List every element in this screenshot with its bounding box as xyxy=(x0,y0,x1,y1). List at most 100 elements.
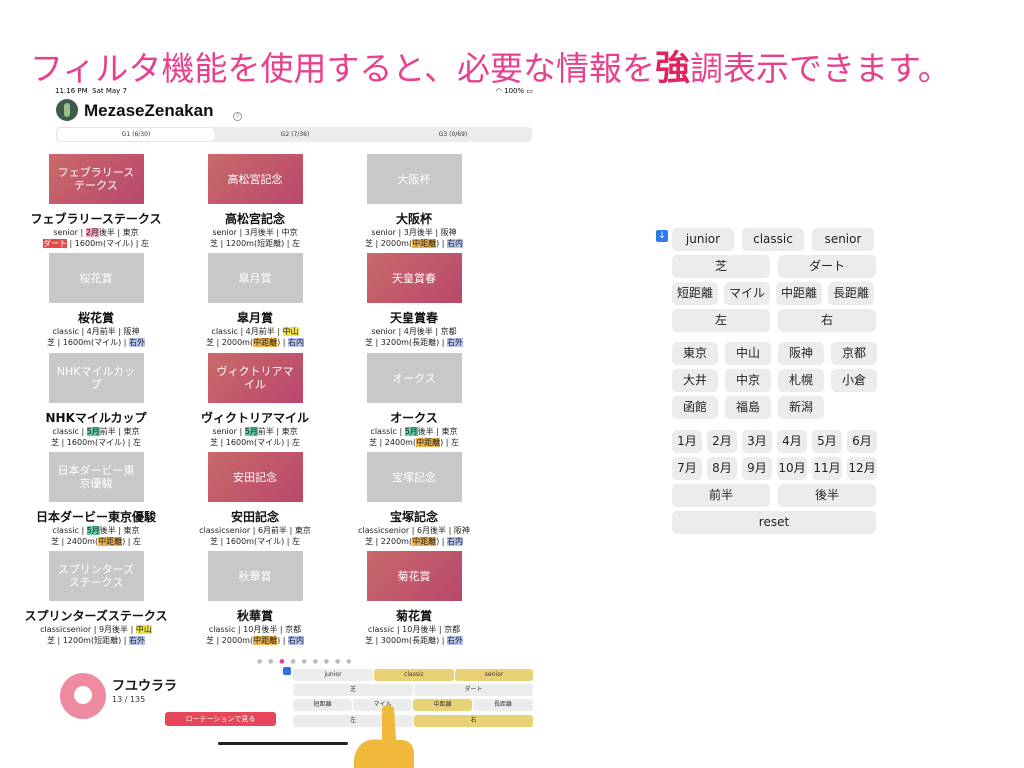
chip-half[interactable]: 前半 xyxy=(672,484,770,507)
tab-g3[interactable]: G3 (0/69) xyxy=(374,127,532,142)
highlight-tag: 中距離 xyxy=(412,239,437,248)
race-name: スプリンターズステークス xyxy=(24,609,168,623)
race-thumbnail[interactable]: 皐月賞 xyxy=(207,253,303,303)
collapse-arrow-icon[interactable] xyxy=(283,667,291,675)
highlight-tag: 中山 xyxy=(135,625,152,634)
chip-distance[interactable]: 長距離 xyxy=(828,282,874,305)
chip-track[interactable]: 京都 xyxy=(831,342,877,365)
race-name: 大阪杯 xyxy=(395,212,432,226)
chip-month[interactable]: 1月 xyxy=(672,430,702,453)
collapse-arrow-icon-large[interactable]: ↓ xyxy=(656,230,668,242)
race-card[interactable]: スプリンターズステークス スプリンターズステークス classicsenior | … xyxy=(16,551,176,646)
grade-tabs: G1 (6/30) G2 (7/36) G3 (0/69) xyxy=(56,127,532,142)
race-thumbnail[interactable]: スプリンターズステークス xyxy=(48,551,144,601)
chip-track[interactable]: 阪神 xyxy=(778,342,824,365)
chip-distance[interactable]: マイル xyxy=(724,282,770,305)
chip-age-senior[interactable]: senior xyxy=(812,228,874,251)
chip-track[interactable]: 小倉 xyxy=(831,369,877,392)
chip-age-classic[interactable]: classic xyxy=(742,228,804,251)
chip-month[interactable]: 7月 xyxy=(672,457,702,480)
race-name: フェブラリーステークス xyxy=(30,212,162,226)
chip-track[interactable]: 東京 xyxy=(672,342,718,365)
race-card[interactable]: フェブラリーステークス フェブラリーステークス senior | 2月後半 | 東京… xyxy=(16,154,176,249)
mini-chip-right[interactable]: 右 xyxy=(414,715,533,727)
chip-track[interactable]: 札幌 xyxy=(778,369,824,392)
race-detail: classic | 10月後半 | 京都 xyxy=(367,625,461,634)
chip-track[interactable]: 函館 xyxy=(672,396,718,419)
chip-month[interactable]: 2月 xyxy=(707,430,737,453)
mini-chip-sprint[interactable]: 短距離 xyxy=(293,699,352,711)
race-thumbnail[interactable]: NHKマイルカップ xyxy=(48,353,144,403)
race-card[interactable]: 安田記念 安田記念 classicsenior | 6月前半 | 東京芝 | 160… xyxy=(175,452,335,547)
race-card[interactable]: 秋華賞 秋華賞 classic | 10月後半 | 京都芝 | 2000m(中距離)… xyxy=(175,551,335,646)
tab-g1[interactable]: G1 (6/30) xyxy=(57,128,215,141)
race-thumbnail[interactable]: 菊花賞 xyxy=(366,551,462,601)
mini-chip-senior[interactable]: senior xyxy=(455,669,533,681)
race-name: NHKマイルカップ xyxy=(45,411,147,425)
chip-track[interactable]: 大井 xyxy=(672,369,718,392)
chip-month[interactable]: 6月 xyxy=(847,430,877,453)
race-card[interactable]: 高松宮記念 高松宮記念 senior | 3月後半 | 中京芝 | 1200m(短距… xyxy=(175,154,335,249)
race-detail: classic | 4月前半 | 阪神 xyxy=(52,327,140,336)
race-thumbnail[interactable]: 安田記念 xyxy=(207,452,303,502)
help-icon[interactable]: ? xyxy=(233,112,242,121)
tab-g2[interactable]: G2 (7/36) xyxy=(216,127,374,142)
race-card[interactable]: NHKマイルカップ NHKマイルカップ classic | 5月前半 | 東京芝 |… xyxy=(16,353,176,448)
rotation-button[interactable]: ローテーションで見る xyxy=(165,712,276,726)
race-thumbnail[interactable]: オークス xyxy=(366,353,462,403)
race-card[interactable]: 菊花賞 菊花賞 classic | 10月後半 | 京都芝 | 3000m(長距離)… xyxy=(334,551,494,646)
race-detail: senior | 2月後半 | 東京 xyxy=(53,228,139,237)
chip-track[interactable]: 中山 xyxy=(725,342,771,365)
race-thumbnail[interactable]: 高松宮記念 xyxy=(207,154,303,204)
mini-chip-classic[interactable]: classic xyxy=(374,669,454,681)
chip-surface[interactable]: 芝 xyxy=(672,255,770,278)
mini-chip-turf[interactable]: 芝 xyxy=(293,684,413,696)
chip-track[interactable]: 中京 xyxy=(725,369,771,392)
chip-month[interactable]: 12月 xyxy=(847,457,877,480)
chip-month[interactable]: 11月 xyxy=(812,457,842,480)
chip-distance[interactable]: 短距離 xyxy=(672,282,718,305)
race-thumbnail[interactable]: 大阪杯 xyxy=(366,154,462,204)
race-thumbnail[interactable]: ヴィクトリアマイル xyxy=(207,353,303,403)
race-card[interactable]: 桜花賞 桜花賞 classic | 4月前半 | 阪神芝 | 1600m(マイル) … xyxy=(16,253,176,348)
chip-track[interactable]: 新潟 xyxy=(778,396,824,419)
race-card[interactable]: 大阪杯 大阪杯 senior | 3月後半 | 阪神芝 | 2000m(中距離) |… xyxy=(334,154,494,249)
mini-chip-long[interactable]: 長距離 xyxy=(473,699,533,711)
race-thumbnail[interactable]: 天皇賞春 xyxy=(366,253,462,303)
race-thumbnail[interactable]: 日本ダービー東京優駿 xyxy=(48,452,144,502)
chip-half[interactable]: 後半 xyxy=(778,484,876,507)
chip-surface[interactable]: ダート xyxy=(778,255,876,278)
chip-distance[interactable]: 中距離 xyxy=(776,282,822,305)
home-indicator xyxy=(218,742,348,745)
mini-chip-dirt[interactable]: ダート xyxy=(414,684,533,696)
reset-button[interactable]: reset xyxy=(672,511,876,534)
chip-month[interactable]: 10月 xyxy=(777,457,807,480)
highlight-tag: 中距離 xyxy=(416,438,441,447)
chip-month[interactable]: 8月 xyxy=(707,457,737,480)
race-card[interactable]: 宝塚記念 宝塚記念 classicsenior | 6月後半 | 阪神芝 | 220… xyxy=(334,452,494,547)
wifi-icon: ◠ xyxy=(495,87,502,95)
chip-direction[interactable]: 左 xyxy=(672,309,770,332)
highlight-tag: 中距離 xyxy=(253,636,278,645)
race-thumbnail[interactable]: フェブラリーステークス xyxy=(48,154,144,204)
race-thumbnail[interactable]: 宝塚記念 xyxy=(366,452,462,502)
profile-count: 13 / 135 xyxy=(112,695,146,704)
avatar[interactable] xyxy=(60,673,106,719)
page: フィルタ機能を使用すると、必要な情報を強調表示できます。 11:16 PM Sa… xyxy=(0,0,1024,768)
chip-track[interactable]: 福島 xyxy=(725,396,771,419)
race-thumbnail[interactable]: 秋華賞 xyxy=(207,551,303,601)
race-card[interactable]: ヴィクトリアマイル ヴィクトリアマイル senior | 5月前半 | 東京芝 | … xyxy=(175,353,335,448)
chip-month[interactable]: 4月 xyxy=(777,430,807,453)
race-card[interactable]: 日本ダービー東京優駿 日本ダービー東京優駿 classic | 5月後半 | 東京芝… xyxy=(16,452,176,547)
chip-month[interactable]: 9月 xyxy=(742,457,772,480)
mini-chip-junior[interactable]: junior xyxy=(293,669,373,681)
chip-direction[interactable]: 右 xyxy=(778,309,876,332)
race-card[interactable]: 天皇賞春 天皇賞春 senior | 4月後半 | 京都芝 | 3200m(長距離)… xyxy=(334,253,494,348)
chip-age-junior[interactable]: junior xyxy=(672,228,734,251)
race-card[interactable]: 皐月賞 皐月賞 classic | 4月前半 | 中山芝 | 2000m(中距離) … xyxy=(175,253,335,348)
race-thumbnail[interactable]: 桜花賞 xyxy=(48,253,144,303)
race-detail: classic | 10月後半 | 京都 xyxy=(208,625,302,634)
chip-month[interactable]: 3月 xyxy=(742,430,772,453)
race-card[interactable]: オークス オークス classic | 5月後半 | 東京芝 | 2400m(中距離… xyxy=(334,353,494,448)
chip-month[interactable]: 5月 xyxy=(812,430,842,453)
